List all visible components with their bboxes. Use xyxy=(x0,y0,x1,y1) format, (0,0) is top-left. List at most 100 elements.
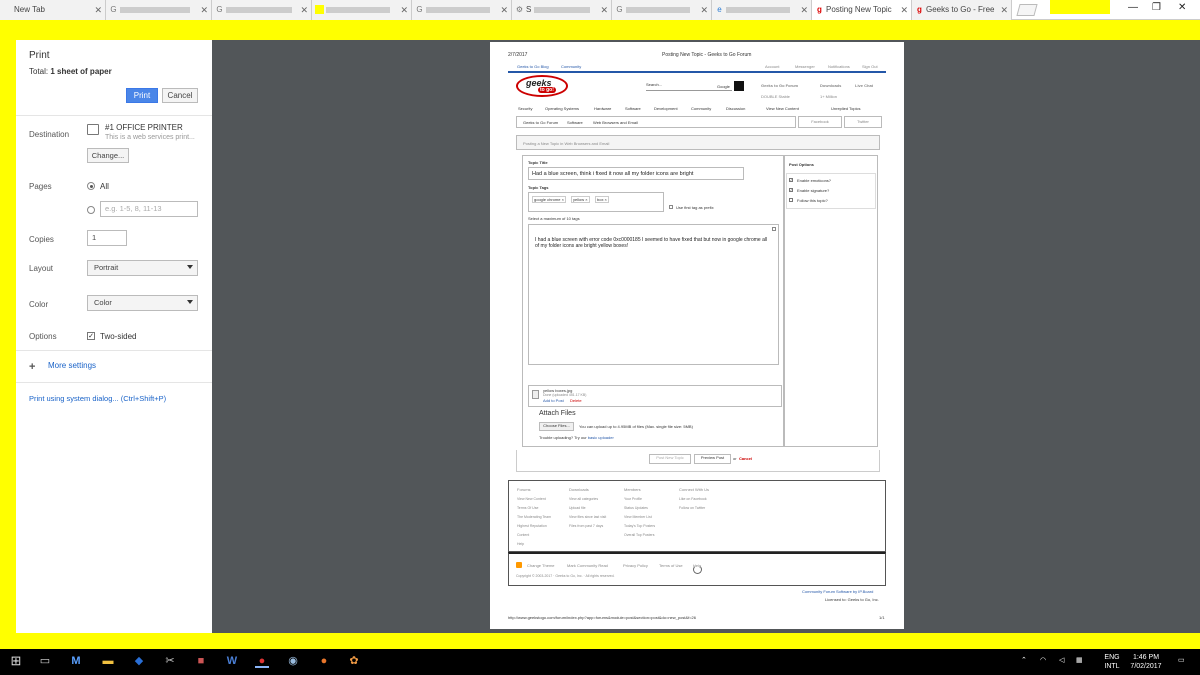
keyboard-icon[interactable]: ▦ xyxy=(1076,656,1083,665)
toplink-community[interactable]: Community xyxy=(561,64,581,69)
tab-yellow[interactable]: ✕ xyxy=(312,0,412,20)
task-view-icon[interactable]: ▭ xyxy=(38,654,52,668)
add-to-post-link[interactable]: Add to Post xyxy=(543,398,564,403)
close-tab-icon[interactable]: ✕ xyxy=(600,0,608,20)
footer-link[interactable]: The Moderating Team xyxy=(517,513,565,522)
basic-uploader-link[interactable]: basic uploader xyxy=(588,435,614,440)
tab-edge[interactable]: e ✕ xyxy=(712,0,812,20)
tab-posting-new-topic[interactable]: g Posting New Topic ✕ xyxy=(812,0,912,20)
footer-link[interactable]: Highest Reputation xyxy=(517,522,565,531)
nav-software[interactable]: Software xyxy=(625,106,641,111)
footer-link[interactable]: Like on Facebook xyxy=(679,495,739,504)
preview-post-button[interactable]: Preview Post xyxy=(694,454,731,464)
twitter-button[interactable]: Twitter xyxy=(844,116,882,128)
footer-link[interactable]: Today's Top Posters xyxy=(624,522,676,531)
close-tab-icon[interactable]: ✕ xyxy=(500,0,508,20)
clock[interactable]: 1:46 PM 7/02/2017 xyxy=(1128,653,1164,671)
emoticons-checkbox[interactable]: ✓ xyxy=(789,178,793,182)
post-body-editor[interactable]: I had a blue screen with error code 0xc0… xyxy=(528,224,779,365)
close-tab-icon[interactable]: ✕ xyxy=(700,0,708,20)
geeks-logo[interactable]: geeks to go! xyxy=(516,75,568,97)
footer-link[interactable]: Help xyxy=(517,540,565,549)
cancel-link[interactable]: Cancel xyxy=(739,456,752,461)
first-tag-prefix-checkbox[interactable] xyxy=(669,205,673,209)
footer-link[interactable]: View New Content xyxy=(517,495,565,504)
restore-icon[interactable]: ❐ xyxy=(1152,2,1161,13)
nav-view-new[interactable]: View New Content xyxy=(766,106,799,111)
facebook-button[interactable]: Facebook xyxy=(798,116,842,128)
minimize-icon[interactable]: — xyxy=(1128,2,1138,13)
breadcrumb-forum[interactable]: Geeks to Go Forum xyxy=(523,120,558,125)
language-indicator[interactable]: ENG INTL xyxy=(1098,653,1126,671)
editor-resize-icon[interactable] xyxy=(772,227,776,231)
footer-link[interactable]: Overall Top Posters xyxy=(624,531,676,540)
malwarebytes-icon[interactable]: M xyxy=(69,654,83,668)
close-tab-icon[interactable]: ✕ xyxy=(200,0,208,20)
two-sided-checkbox[interactable]: ✓ xyxy=(87,332,95,340)
color-select[interactable]: Color xyxy=(87,295,198,311)
browser-icon[interactable]: ◉ xyxy=(286,654,300,668)
close-tab-icon[interactable]: ✕ xyxy=(1000,0,1008,20)
footer-link[interactable]: Terms Of Use xyxy=(517,504,565,513)
profile-badge[interactable] xyxy=(1050,0,1110,14)
close-tab-icon[interactable]: ✕ xyxy=(400,0,408,20)
wifi-icon[interactable]: ◠ xyxy=(1040,656,1046,665)
delete-attachment-link[interactable]: Delete xyxy=(570,398,582,403)
nav-discussion[interactable]: Discussion xyxy=(726,106,745,111)
print-button[interactable]: Print xyxy=(126,88,158,103)
nav-development[interactable]: Development xyxy=(654,106,678,111)
plus-icon[interactable]: + xyxy=(29,361,35,373)
search-icon[interactable] xyxy=(734,81,744,91)
tab-google[interactable]: G ✕ xyxy=(612,0,712,20)
more-settings-link[interactable]: More settings xyxy=(48,361,96,370)
firefox-icon[interactable]: ● xyxy=(317,654,331,668)
footer-bottom-link[interactable]: Change Theme xyxy=(527,563,555,568)
notifications-icon[interactable]: ▭ xyxy=(1178,656,1185,665)
nav-os[interactable]: Operating Systems xyxy=(545,106,579,111)
snipping-tool-icon[interactable]: ✂ xyxy=(163,654,177,668)
close-tab-icon[interactable]: ✕ xyxy=(800,0,808,20)
nav-hardware[interactable]: Hardware xyxy=(594,106,611,111)
footer-link[interactable]: Files from past 7 days xyxy=(569,522,621,531)
close-tab-icon[interactable]: ✕ xyxy=(900,0,908,20)
close-window-icon[interactable]: ✕ xyxy=(1178,2,1186,13)
close-tab-icon[interactable]: ✕ xyxy=(300,0,308,20)
nav-security[interactable]: Security xyxy=(518,106,532,111)
footer-link[interactable]: View Member List xyxy=(624,513,676,522)
tab-google[interactable]: G ✕ xyxy=(412,0,512,20)
footer-link[interactable]: Follow on Twitter xyxy=(679,504,739,513)
signature-checkbox[interactable]: ✓ xyxy=(789,188,793,192)
close-tab-icon[interactable]: ✕ xyxy=(94,0,102,20)
tag-chip[interactable]: box × xyxy=(595,196,609,203)
post-new-topic-button[interactable]: Post New Topic xyxy=(649,454,691,464)
tab-google[interactable]: G ✕ xyxy=(212,0,312,20)
pages-range-input[interactable]: e.g. 1-5, 8, 11-13 xyxy=(100,201,198,217)
tag-chip[interactable]: google chrome × xyxy=(532,196,566,203)
chrome-icon[interactable]: ● xyxy=(255,654,269,668)
footer-link[interactable]: View files since last visit xyxy=(569,513,621,522)
footer-link[interactable]: Content xyxy=(517,531,565,540)
ipboard-link[interactable]: Community Forum Software by IP.Board xyxy=(802,589,873,594)
toplink-blog[interactable]: Geeks to Go Blog xyxy=(517,64,549,69)
rss-icon[interactable] xyxy=(516,562,522,568)
choose-files-button[interactable]: Choose Files... xyxy=(539,422,574,431)
tag-chip[interactable]: yellow × xyxy=(571,196,590,203)
tab-settings[interactable]: ⚙ S ✕ xyxy=(512,0,612,20)
word-icon[interactable]: W xyxy=(225,654,239,668)
cancel-button[interactable]: Cancel xyxy=(162,88,198,103)
tab-google[interactable]: G ✕ xyxy=(106,0,212,20)
file-explorer-icon[interactable]: ▬ xyxy=(101,654,115,668)
layout-select[interactable]: Portrait xyxy=(87,260,198,276)
pages-all-radio[interactable] xyxy=(87,182,95,190)
tab-geeks-to-go[interactable]: g Geeks to Go - Free ✕ xyxy=(912,0,1012,20)
breadcrumb-software[interactable]: Software xyxy=(567,120,583,125)
nav-community[interactable]: Community xyxy=(691,106,711,111)
toplink-account[interactable]: Account xyxy=(765,64,779,69)
follow-topic-checkbox[interactable] xyxy=(789,198,793,202)
windows-start-icon[interactable]: ⊞ xyxy=(9,654,23,668)
nav-unreplied[interactable]: Unreplied Topics xyxy=(831,106,861,111)
topic-tags-input[interactable]: google chrome × yellow × box × xyxy=(528,192,664,212)
footer-bottom-link[interactable]: Privacy Policy xyxy=(623,563,648,568)
chevron-up-icon[interactable]: ⌃ xyxy=(1021,656,1027,665)
change-destination-button[interactable]: Change... xyxy=(87,148,129,163)
